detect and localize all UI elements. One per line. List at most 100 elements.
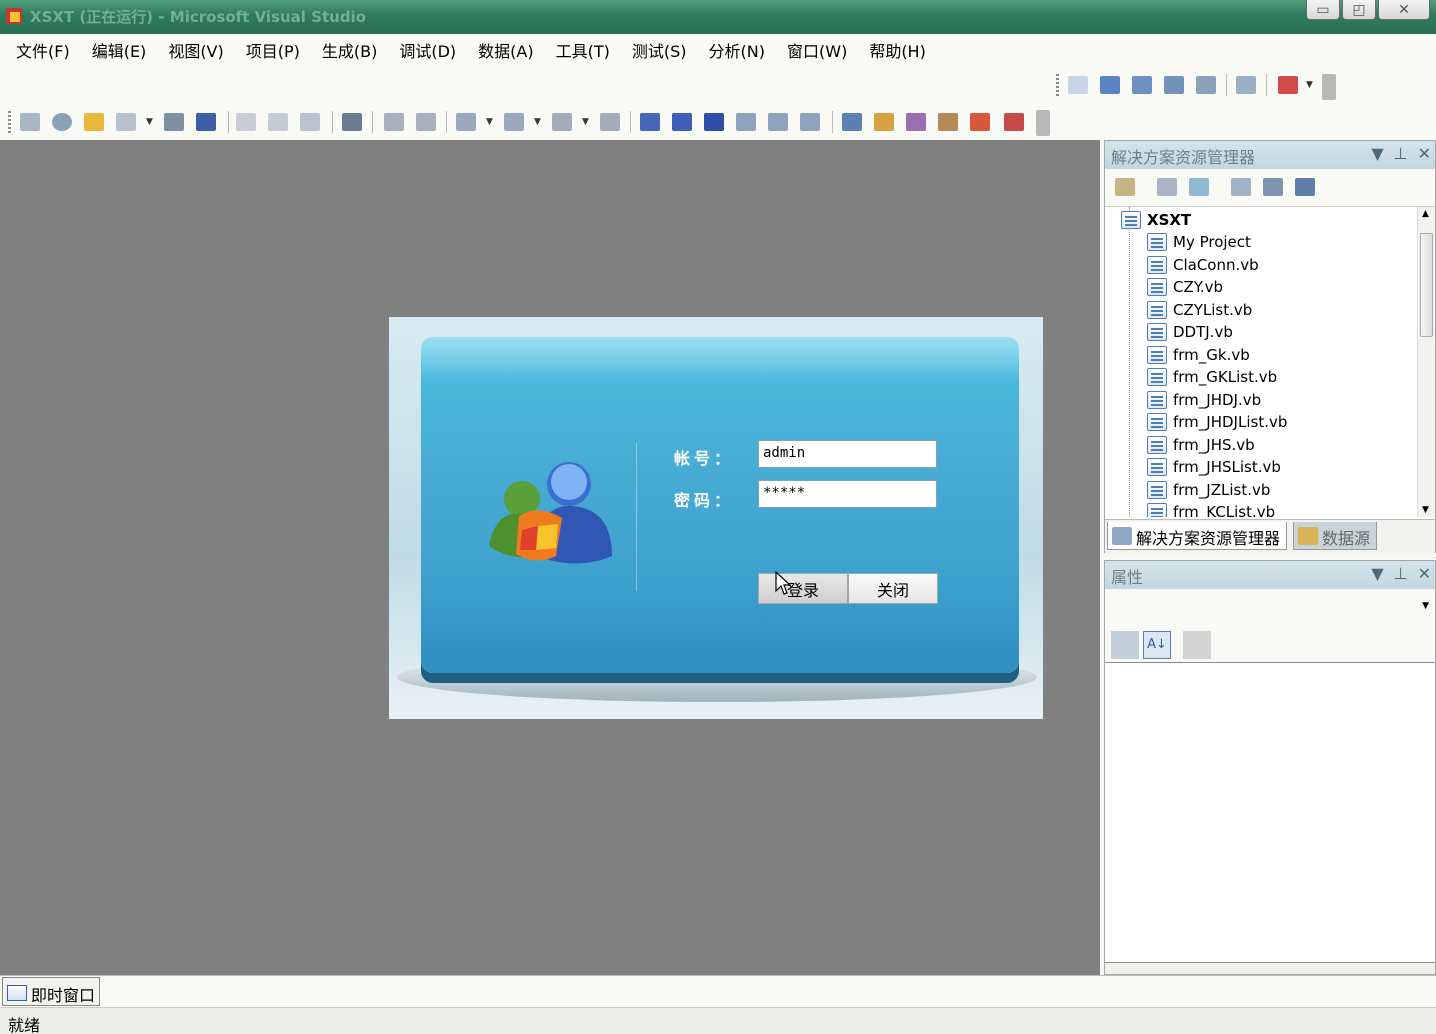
close-window-button[interactable]: ✕ xyxy=(1378,0,1430,20)
tree-item[interactable]: frm_JZList.vb xyxy=(1147,479,1270,501)
menu-debug[interactable]: 调试(D) xyxy=(391,38,464,62)
tab-immediate-window[interactable]: 即时窗口 xyxy=(2,977,101,1006)
step-into-icon[interactable] xyxy=(736,113,756,131)
copy-icon[interactable] xyxy=(268,113,288,131)
properties-description-splitter[interactable] xyxy=(1105,962,1435,974)
breakpoints-icon[interactable] xyxy=(1100,76,1120,94)
show-all-files-icon[interactable] xyxy=(1157,178,1177,196)
alphabetical-icon[interactable]: A↓ xyxy=(1143,631,1171,659)
toolbar-overflow-icon[interactable] xyxy=(1322,74,1336,100)
restore-button[interactable]: ◰ xyxy=(1342,0,1376,20)
object-selector[interactable]: ▼ xyxy=(1105,589,1435,625)
windows-icon[interactable] xyxy=(1278,76,1298,94)
close-panel-icon[interactable]: ✕ xyxy=(1418,144,1431,163)
menu-data[interactable]: 数据(A) xyxy=(470,38,541,62)
chevron-down-icon[interactable]: ▼ xyxy=(486,117,493,127)
tree-item[interactable]: ClaConn.vb xyxy=(1147,254,1259,276)
tree-root-xsxt[interactable]: XSXT xyxy=(1121,209,1191,231)
chevron-down-icon[interactable]: ▼ xyxy=(1306,80,1313,90)
toolbox-icon[interactable] xyxy=(938,113,958,131)
find-icon[interactable] xyxy=(842,113,862,131)
comment-icon[interactable] xyxy=(384,113,404,131)
save-all-icon[interactable] xyxy=(196,113,216,131)
account-input[interactable]: admin xyxy=(758,440,937,468)
scroll-thumb[interactable] xyxy=(1420,233,1433,337)
scroll-down-icon[interactable]: ▼ xyxy=(1422,505,1429,515)
find-in-files-icon[interactable] xyxy=(342,113,362,131)
object-browser-icon[interactable] xyxy=(970,113,990,131)
tree-item[interactable]: frm_GKList.vb xyxy=(1147,366,1277,388)
navigate-forward-icon[interactable] xyxy=(600,113,620,131)
redo-icon[interactable] xyxy=(504,113,524,131)
refresh-icon[interactable] xyxy=(1189,178,1209,196)
menu-view[interactable]: 视图(V) xyxy=(160,38,231,62)
pin-icon[interactable]: ⊥ xyxy=(1394,564,1408,583)
solution-explorer-icon[interactable] xyxy=(874,113,894,131)
hex-display-icon[interactable] xyxy=(1236,76,1256,94)
login-button[interactable]: 登录 xyxy=(758,573,848,604)
step-arrow-icon[interactable] xyxy=(1068,76,1088,94)
menu-test[interactable]: 测试(S) xyxy=(624,38,695,62)
tree-item[interactable]: frm_KCList.vb xyxy=(1147,501,1275,517)
start-page-icon[interactable] xyxy=(1004,113,1024,131)
step-out-icon[interactable] xyxy=(800,113,820,131)
scroll-up-icon[interactable]: ▲ xyxy=(1422,209,1429,219)
minimize-button[interactable]: ▭ xyxy=(1306,0,1340,20)
save-icon[interactable] xyxy=(164,113,184,131)
menu-analyze[interactable]: 分析(N) xyxy=(701,38,773,62)
step-over-icon[interactable] xyxy=(768,113,788,131)
tree-item[interactable]: frm_JHDJ.vb xyxy=(1147,389,1261,411)
menu-window[interactable]: 窗口(W) xyxy=(779,38,855,62)
password-input[interactable]: ***** xyxy=(758,480,937,508)
open-folder-icon[interactable] xyxy=(84,113,104,131)
tree-item[interactable]: CZY.vb xyxy=(1147,276,1223,298)
stop-icon[interactable] xyxy=(704,113,724,131)
tree-item[interactable]: frm_Gk.vb xyxy=(1147,344,1250,366)
tree-item[interactable]: DDTJ.vb xyxy=(1147,321,1233,343)
tab-solution-explorer[interactable]: 解决方案资源管理器 xyxy=(1107,522,1288,550)
tree-item[interactable]: My Project xyxy=(1147,231,1251,253)
menu-edit[interactable]: 编辑(E) xyxy=(84,38,155,62)
pin-icon[interactable]: ⊥ xyxy=(1394,144,1408,163)
navigate-back-icon[interactable] xyxy=(552,113,572,131)
menu-help[interactable]: 帮助(H) xyxy=(861,38,934,62)
menu-build[interactable]: 生成(B) xyxy=(314,38,385,62)
tree-scrollbar[interactable]: ▲ ▼ xyxy=(1417,207,1435,517)
threads-icon[interactable] xyxy=(1196,76,1216,94)
class-diagram-icon[interactable] xyxy=(1295,178,1315,196)
pause-icon[interactable] xyxy=(672,113,692,131)
chevron-down-icon[interactable]: ▼ xyxy=(534,117,541,127)
call-stack-icon[interactable] xyxy=(1164,76,1184,94)
panel-dropdown-icon[interactable]: ▼ xyxy=(1371,144,1383,163)
chevron-down-icon[interactable]: ▼ xyxy=(146,117,153,127)
tree-item[interactable]: frm_JHSList.vb xyxy=(1147,456,1281,478)
toolbar-grip[interactable] xyxy=(8,111,11,133)
output-icon[interactable] xyxy=(1132,76,1152,94)
add-new-item-icon[interactable] xyxy=(116,113,136,131)
close-panel-icon[interactable]: ✕ xyxy=(1418,564,1431,583)
tree-item[interactable]: CZYList.vb xyxy=(1147,299,1252,321)
cut-icon[interactable] xyxy=(236,113,256,131)
toolbar-grip[interactable] xyxy=(1056,74,1059,96)
tab-data-sources[interactable]: 数据源 xyxy=(1293,522,1378,550)
tree-item[interactable]: frm_JHS.vb xyxy=(1147,434,1255,456)
tree-item[interactable]: frm_JHDJList.vb xyxy=(1147,411,1287,433)
properties-icon[interactable] xyxy=(906,113,926,131)
menu-tools[interactable]: 工具(T) xyxy=(548,38,618,62)
property-pages-icon[interactable] xyxy=(1183,631,1211,659)
toolbar-overflow-icon[interactable] xyxy=(1036,110,1050,136)
menu-project[interactable]: 项目(P) xyxy=(238,38,308,62)
new-project-icon[interactable] xyxy=(20,113,40,131)
close-button[interactable]: 关闭 xyxy=(848,573,938,604)
paste-icon[interactable] xyxy=(300,113,320,131)
chevron-down-icon[interactable]: ▼ xyxy=(582,117,589,127)
properties-icon[interactable] xyxy=(1115,178,1135,196)
undo-icon[interactable] xyxy=(456,113,476,131)
panel-dropdown-icon[interactable]: ▼ xyxy=(1371,564,1383,583)
uncomment-icon[interactable] xyxy=(416,113,436,131)
continue-icon[interactable] xyxy=(640,113,660,131)
menu-file[interactable]: 文件(F) xyxy=(8,38,78,62)
add-item-icon[interactable] xyxy=(52,113,72,131)
view-code-icon[interactable] xyxy=(1231,178,1251,196)
chevron-down-icon[interactable]: ▼ xyxy=(1422,601,1429,611)
